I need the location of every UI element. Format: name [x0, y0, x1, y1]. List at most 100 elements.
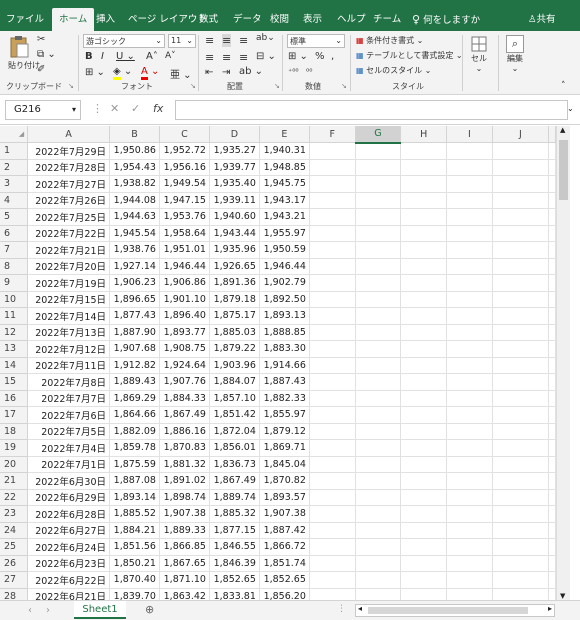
- date-cell[interactable]: 2022年6月21日: [27, 588, 110, 600]
- value-cell[interactable]: 1,866.72: [259, 538, 310, 556]
- empty-cell[interactable]: [446, 423, 493, 440]
- column-header[interactable]: F: [309, 126, 356, 143]
- empty-cell[interactable]: [548, 489, 556, 506]
- font-color-icon[interactable]: A ⌄: [141, 66, 159, 80]
- value-cell[interactable]: 1,846.39: [209, 555, 260, 572]
- empty-cell[interactable]: [446, 208, 493, 226]
- empty-cell[interactable]: [355, 538, 402, 556]
- empty-cell[interactable]: [548, 208, 556, 226]
- value-cell[interactable]: 1,851.74: [259, 555, 310, 572]
- empty-cell[interactable]: [400, 225, 448, 242]
- date-cell[interactable]: 2022年6月30日: [27, 472, 110, 490]
- add-sheet-icon[interactable]: ⊕: [145, 603, 154, 616]
- empty-cell[interactable]: [355, 258, 402, 275]
- empty-cell[interactable]: [309, 522, 356, 539]
- empty-cell[interactable]: [548, 588, 556, 600]
- value-cell[interactable]: 1,879.22: [209, 340, 260, 358]
- date-cell[interactable]: 2022年7月26日: [27, 192, 110, 209]
- empty-cell[interactable]: [355, 555, 402, 572]
- value-cell[interactable]: 1,954.43: [109, 159, 160, 176]
- value-cell[interactable]: 1,889.74: [209, 489, 260, 506]
- empty-cell[interactable]: [548, 423, 556, 440]
- row-header[interactable]: 4: [0, 192, 29, 209]
- value-cell[interactable]: 1,851.42: [209, 406, 260, 424]
- decrease-decimal-icon[interactable]: ⁰⁰: [306, 67, 312, 76]
- empty-cell[interactable]: [309, 291, 356, 308]
- value-cell[interactable]: 1,950.59: [259, 241, 310, 259]
- empty-cell[interactable]: [400, 258, 448, 275]
- value-cell[interactable]: 1,924.64: [159, 357, 210, 374]
- column-header[interactable]: I: [446, 126, 493, 143]
- name-box[interactable]: G216 ▾: [5, 100, 81, 120]
- date-cell[interactable]: 2022年7月15日: [27, 291, 110, 308]
- empty-cell[interactable]: [446, 142, 493, 160]
- number-format-select[interactable]: 標準 ⌄: [287, 34, 345, 48]
- merge-center-icon[interactable]: ⊟ ⌄: [256, 51, 276, 62]
- column-header-selected[interactable]: G: [355, 126, 402, 144]
- empty-cell[interactable]: [446, 175, 493, 193]
- date-cell[interactable]: 2022年7月28日: [27, 159, 110, 176]
- empty-cell[interactable]: [355, 439, 402, 457]
- empty-cell[interactable]: [548, 555, 556, 572]
- empty-cell[interactable]: [309, 175, 356, 193]
- empty-cell[interactable]: [446, 241, 493, 259]
- cancel-icon[interactable]: ✕: [110, 102, 119, 115]
- format-painter-icon[interactable]: ✐: [37, 64, 45, 75]
- value-cell[interactable]: 1,839.70: [109, 588, 160, 600]
- empty-cell[interactable]: [492, 439, 550, 457]
- row-header[interactable]: 6: [0, 225, 29, 242]
- empty-cell[interactable]: [446, 571, 493, 589]
- value-cell[interactable]: 1,882.33: [259, 390, 310, 407]
- value-cell[interactable]: 1,871.10: [159, 571, 210, 589]
- align-center-icon[interactable]: ≡: [222, 51, 231, 64]
- value-cell[interactable]: 1,955.97: [259, 225, 310, 242]
- value-cell[interactable]: 1,885.32: [209, 505, 260, 523]
- empty-cell[interactable]: [400, 555, 448, 572]
- orientation-text-icon[interactable]: ab ⌄: [239, 66, 263, 77]
- empty-cell[interactable]: [492, 588, 550, 600]
- empty-cell[interactable]: [446, 439, 493, 457]
- value-cell[interactable]: 1,906.86: [159, 274, 210, 292]
- row-header[interactable]: 14: [0, 357, 29, 374]
- value-cell[interactable]: 1,940.31: [259, 142, 310, 160]
- empty-cell[interactable]: [309, 472, 356, 490]
- cells-button[interactable]: セル ⌄: [468, 35, 490, 73]
- empty-cell[interactable]: [446, 274, 493, 292]
- value-cell[interactable]: 1,884.21: [109, 522, 160, 539]
- value-cell[interactable]: 1,867.49: [159, 406, 210, 424]
- empty-cell[interactable]: [548, 175, 556, 193]
- empty-cell[interactable]: [492, 208, 550, 226]
- empty-cell[interactable]: [548, 340, 556, 358]
- row-header[interactable]: 1: [0, 142, 29, 160]
- empty-cell[interactable]: [400, 489, 448, 506]
- formula-input[interactable]: [175, 100, 568, 120]
- value-cell[interactable]: 1,944.08: [109, 192, 160, 209]
- empty-cell[interactable]: [548, 538, 556, 556]
- value-cell[interactable]: 1,884.33: [159, 390, 210, 407]
- empty-cell[interactable]: [548, 241, 556, 259]
- value-cell[interactable]: 1,866.85: [159, 538, 210, 556]
- scroll-right-icon[interactable]: ▸: [548, 604, 552, 613]
- empty-cell[interactable]: [548, 159, 556, 176]
- row-header[interactable]: 5: [0, 208, 29, 226]
- row-header[interactable]: 8: [0, 258, 29, 275]
- empty-cell[interactable]: [492, 373, 550, 391]
- empty-cell[interactable]: [492, 225, 550, 242]
- empty-cell[interactable]: [400, 373, 448, 391]
- empty-cell[interactable]: [355, 291, 402, 308]
- empty-cell[interactable]: [492, 241, 550, 259]
- empty-cell[interactable]: [355, 307, 402, 325]
- empty-cell[interactable]: [446, 588, 493, 600]
- empty-cell[interactable]: [309, 324, 356, 341]
- row-header[interactable]: 18: [0, 423, 29, 440]
- value-cell[interactable]: 1,867.49: [209, 472, 260, 490]
- empty-cell[interactable]: [309, 456, 356, 473]
- empty-cell[interactable]: [355, 456, 402, 473]
- value-cell[interactable]: 1,887.43: [259, 373, 310, 391]
- empty-cell[interactable]: [492, 307, 550, 325]
- empty-cell[interactable]: [355, 225, 402, 242]
- row-header[interactable]: 15: [0, 373, 29, 391]
- empty-cell[interactable]: [446, 522, 493, 539]
- row-header[interactable]: 20: [0, 456, 29, 473]
- value-cell[interactable]: 1,935.96: [209, 241, 260, 259]
